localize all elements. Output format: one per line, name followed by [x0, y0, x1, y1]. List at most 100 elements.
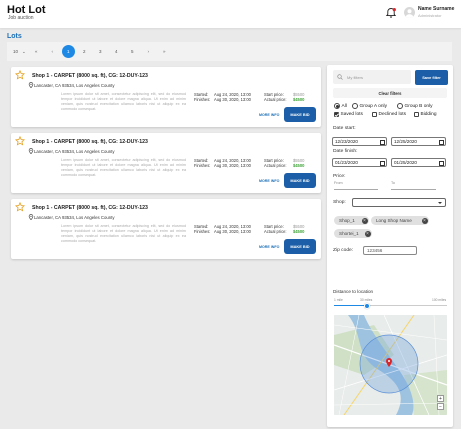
per-page-select[interactable]: 10: [13, 49, 18, 54]
prev-page-button[interactable]: ‹: [46, 45, 59, 58]
date-start-label: Date start:: [333, 126, 356, 131]
finishes-value: Aug 30, 2020, 13:00: [214, 229, 251, 234]
shop-select[interactable]: [352, 198, 446, 207]
calendar-icon[interactable]: [379, 139, 385, 145]
chip-label: Shortei_1: [339, 231, 359, 236]
lot-title[interactable]: Shop 1 - CARPET (8000 sq. ft), CG: 12-DU…: [32, 139, 148, 145]
close-icon[interactable]: ×: [361, 217, 368, 224]
more-info-link[interactable]: MORE INFO: [259, 113, 279, 117]
radio-group-b[interactable]: Group B only: [397, 103, 433, 109]
date-finish-from-input[interactable]: 01/23/2020: [332, 158, 387, 167]
star-icon[interactable]: [15, 70, 25, 80]
chip-label: Shop_1: [339, 218, 355, 223]
zip-value: 123456: [367, 248, 383, 253]
lot-card[interactable]: Shop 1 - CARPET (8000 sq. ft), CG: 12-DU…: [11, 133, 321, 193]
save-filter-button[interactable]: Save filter: [415, 70, 448, 85]
lot-card[interactable]: Shop 1 - CARPET (8000 sq. ft), CG: 12-DU…: [11, 199, 321, 259]
shop-chip[interactable]: Shop_1 ×: [334, 216, 369, 225]
price-to-input[interactable]: To: [391, 181, 395, 185]
last-page-button[interactable]: »: [158, 45, 171, 58]
radio-indicator[interactable]: [352, 103, 358, 109]
lot-title[interactable]: Shop 1 - CARPET (8000 sq. ft), CG: 12-DU…: [32, 205, 148, 211]
checkbox-indicator[interactable]: [334, 112, 339, 117]
star-icon[interactable]: [15, 136, 25, 146]
calendar-icon[interactable]: [438, 160, 444, 166]
radio-indicator[interactable]: [397, 103, 403, 109]
radio-label: Group A only: [359, 103, 387, 109]
location-map[interactable]: + −: [334, 315, 447, 415]
more-info-link[interactable]: MORE INFO: [259, 245, 279, 249]
finishes-label: Finishes:: [194, 163, 211, 168]
zip-code-input[interactable]: 123456: [363, 246, 417, 255]
radio-indicator[interactable]: [334, 103, 340, 109]
date-finish-to-input[interactable]: 01/25/2020: [391, 158, 446, 167]
next-page-button[interactable]: ›: [142, 45, 155, 58]
make-bid-button[interactable]: MAKE BID: [284, 173, 316, 188]
actual-price-value: $4500: [293, 229, 305, 234]
user-name[interactable]: Name Surname: [418, 6, 454, 12]
first-page-button[interactable]: «: [30, 45, 43, 58]
clear-filters-button[interactable]: Clear filters: [333, 88, 447, 98]
checkbox-indicator[interactable]: [414, 112, 419, 117]
zoom-out-button[interactable]: −: [437, 403, 444, 410]
finishes-label: Finishes:: [194, 97, 211, 102]
filter-search-input[interactable]: My filters: [333, 70, 411, 84]
distance-min: 1 mile: [334, 298, 343, 302]
map-image[interactable]: [334, 315, 447, 415]
zip-label: Zip code:: [333, 248, 354, 253]
page-title: Lots: [7, 33, 22, 40]
price-from-input[interactable]: From: [334, 181, 343, 185]
shop-chip[interactable]: Shortei_1 ×: [334, 229, 372, 238]
notification-bell-icon[interactable]: [385, 7, 397, 19]
lot-title[interactable]: Shop 1 - CARPET (8000 sq. ft), CG: 12-DU…: [32, 73, 148, 79]
page-button-1[interactable]: 1: [61, 45, 75, 58]
slider-fill: [334, 305, 367, 306]
zoom-in-button[interactable]: +: [437, 395, 444, 402]
chevron-down-icon[interactable]: [438, 202, 442, 204]
radio-all[interactable]: All: [334, 103, 347, 109]
close-icon[interactable]: ×: [364, 230, 371, 237]
search-placeholder: My filters: [347, 74, 363, 80]
calendar-icon[interactable]: [379, 160, 385, 166]
pagination-bar: 10 ⌄ « ‹ 1 2 3 4 5 › »: [7, 42, 452, 61]
checkbox-indicator[interactable]: [372, 112, 377, 117]
filter-panel: My filters Save filter Clear filters All…: [327, 65, 453, 427]
checkbox-bidding[interactable]: Bidding: [414, 112, 437, 117]
actual-price-value: $4500: [293, 97, 305, 102]
radio-label: Group B only: [404, 103, 433, 109]
make-bid-button[interactable]: MAKE BID: [284, 107, 316, 122]
checkbox-declined-lots[interactable]: Declined lots: [372, 112, 406, 117]
close-icon[interactable]: ×: [421, 217, 428, 224]
checkbox-saved-lots[interactable]: Saved lots: [334, 112, 363, 117]
lot-card[interactable]: Shop 1 - CARPET (8000 sq. ft), CG: 12-DU…: [11, 67, 321, 127]
radio-label: All: [341, 103, 347, 109]
star-icon[interactable]: [15, 202, 25, 212]
slider-thumb[interactable]: [363, 302, 370, 309]
calendar-icon[interactable]: [438, 139, 444, 145]
distance-slider[interactable]: [334, 302, 447, 309]
search-icon: [337, 74, 343, 80]
page-button-5[interactable]: 5: [126, 45, 139, 58]
shop-chip[interactable]: Long Shop Name ×: [371, 216, 429, 225]
date-value: 12/25/2020: [394, 139, 417, 144]
more-info-link[interactable]: MORE INFO: [259, 179, 279, 183]
make-bid-button[interactable]: MAKE BID: [284, 239, 316, 254]
date-value: 01/23/2020: [335, 160, 358, 165]
avatar[interactable]: [404, 7, 415, 18]
actual-price-label: Actual price:: [264, 97, 287, 102]
radio-group-a[interactable]: Group A only: [352, 103, 387, 109]
checkbox-label: Declined lots: [378, 112, 406, 117]
date-value: 01/25/2020: [394, 160, 417, 165]
finishes-value: Aug 30, 2020, 13:00: [214, 163, 251, 168]
chevron-down-icon[interactable]: ⌄: [22, 49, 26, 55]
lot-location: Lancaster, CA 93534, Los Angeles County: [34, 83, 115, 88]
page-button-4[interactable]: 4: [110, 45, 123, 58]
date-start-to-input[interactable]: 12/25/2020: [391, 137, 446, 146]
finishes-value: Aug 30, 2020, 13:00: [214, 97, 251, 102]
checkbox-label: Bidding: [420, 112, 437, 117]
lot-description: Lorem ipsum dolor sit amet, consectetur …: [61, 224, 186, 243]
chip-label: Long Shop Name: [376, 218, 412, 223]
page-button-2[interactable]: 2: [78, 45, 91, 58]
page-button-3[interactable]: 3: [94, 45, 107, 58]
date-start-from-input[interactable]: 12/23/2020: [332, 137, 387, 146]
